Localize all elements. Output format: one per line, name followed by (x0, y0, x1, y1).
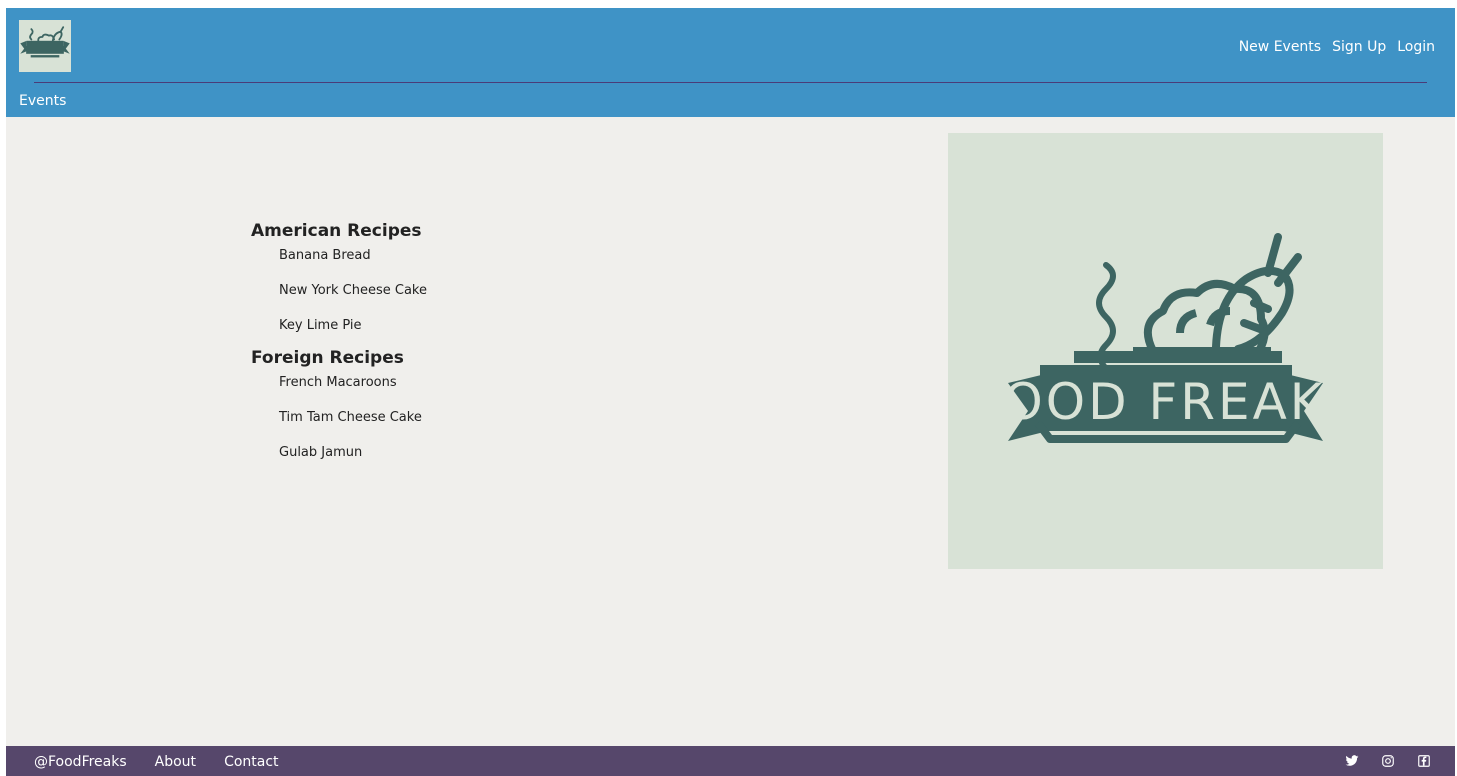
header-divider (34, 82, 1427, 83)
recipes-section: American Recipes Banana Bread New York C… (251, 220, 427, 484)
nav-sign-up-link[interactable]: Sign Up (1332, 39, 1386, 55)
social-icons (1345, 754, 1431, 768)
sub-nav: Events (19, 93, 66, 109)
recipe-link[interactable]: Banana Bread (279, 248, 427, 283)
footer-handle-link[interactable]: @FoodFreaks (34, 754, 127, 770)
facebook-icon[interactable] (1417, 754, 1431, 768)
recipe-link[interactable]: New York Cheese Cake (279, 283, 427, 318)
app-root: New Events Sign Up Login Events American… (0, 0, 1457, 776)
american-recipes-heading: American Recipes (251, 221, 422, 241)
footer-links: @FoodFreaks About Contact (34, 754, 279, 770)
recipe-link[interactable]: French Macaroons (279, 375, 427, 410)
recipe-link[interactable]: Gulab Jamun (279, 445, 427, 480)
instagram-icon[interactable] (1381, 754, 1395, 768)
food-freaks-logo-icon (20, 26, 70, 58)
recipe-link[interactable]: Tim Tam Cheese Cake (279, 410, 427, 445)
logo-wordmark: FOOD FREAKS (972, 373, 1361, 431)
top-nav: New Events Sign Up Login (1239, 39, 1435, 55)
page-frame: New Events Sign Up Login Events American… (6, 8, 1455, 776)
footer-about-link[interactable]: About (155, 754, 196, 770)
site-header: New Events Sign Up Login Events (6, 8, 1455, 117)
site-footer: @FoodFreaks About Contact (6, 746, 1455, 776)
nav-events-link[interactable]: Events (19, 93, 66, 109)
foreign-recipes-heading: Foreign Recipes (251, 348, 404, 368)
american-recipes-list: Banana Bread New York Cheese Cake Key Li… (251, 248, 427, 353)
brand-logo-panel: FOOD FREAKS (948, 133, 1383, 569)
twitter-icon[interactable] (1345, 754, 1359, 768)
footer-contact-link[interactable]: Contact (224, 754, 278, 770)
nav-login-link[interactable]: Login (1397, 39, 1435, 55)
header-logo[interactable] (19, 20, 71, 72)
nav-new-events-link[interactable]: New Events (1239, 39, 1321, 55)
food-freaks-logo-icon: FOOD FREAKS (972, 233, 1361, 443)
foreign-recipes-list: French Macaroons Tim Tam Cheese Cake Gul… (251, 375, 427, 480)
